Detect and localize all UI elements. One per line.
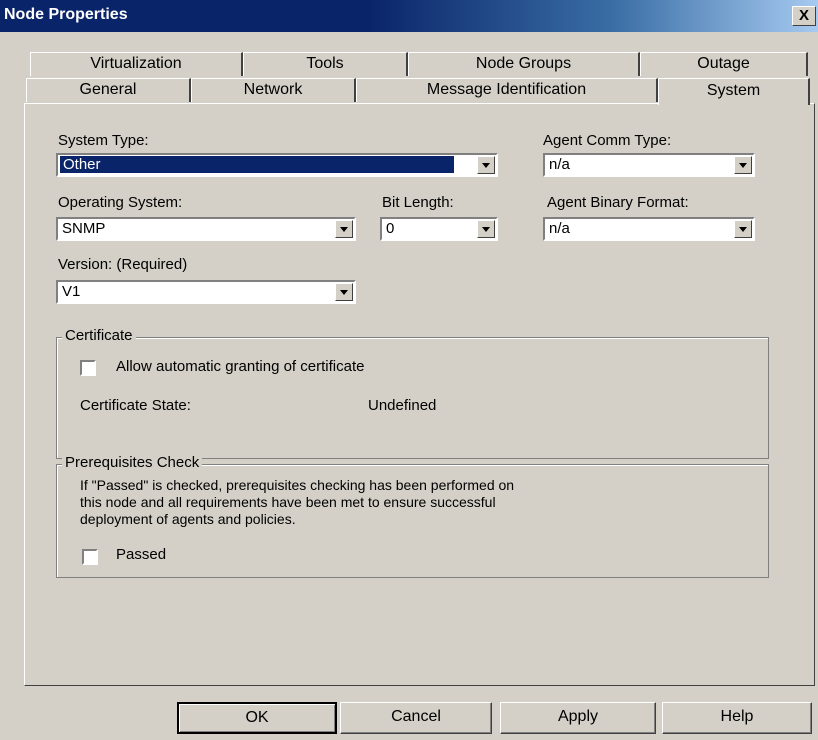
tab-general[interactable]: General	[26, 78, 191, 102]
close-button[interactable]: X	[792, 6, 816, 26]
version-select[interactable]: V1	[56, 280, 356, 304]
chevron-down-icon[interactable]	[734, 220, 752, 238]
prerequisites-description-line3: deployment of agents and policies.	[80, 511, 296, 527]
cancel-label: Cancel	[391, 708, 441, 725]
prerequisites-description-line2: this node and all requirements have been…	[80, 494, 496, 510]
system-type-label: System Type:	[58, 132, 149, 149]
tab-label: Virtualization	[90, 55, 182, 72]
allow-certificate-checkbox[interactable]	[80, 360, 96, 376]
help-button[interactable]: Help	[662, 702, 812, 734]
certificate-state-label: Certificate State:	[80, 397, 191, 414]
chevron-down-icon[interactable]	[477, 156, 495, 174]
tab-network[interactable]: Network	[191, 78, 356, 102]
agent-comm-type-label: Agent Comm Type:	[543, 132, 672, 149]
help-label: Help	[720, 708, 754, 725]
system-type-value: Other	[60, 156, 454, 173]
tab-label: System	[706, 82, 761, 99]
window-title: Node Properties	[4, 6, 128, 23]
agent-comm-type-value: n/a	[549, 156, 570, 173]
agent-binary-format-select[interactable]: n/a	[543, 217, 755, 241]
tab-node-groups[interactable]: Node Groups	[408, 52, 640, 76]
bit-length-label: Bit Length:	[382, 194, 454, 211]
apply-label: Apply	[557, 708, 599, 725]
ok-label: OK	[245, 709, 269, 726]
certificate-state-value: Undefined	[368, 397, 437, 414]
apply-button[interactable]: Apply	[500, 702, 656, 734]
cancel-button[interactable]: Cancel	[340, 702, 492, 734]
agent-comm-type-select[interactable]: n/a	[543, 153, 755, 177]
node-properties-dialog: Node Properties X Virtualization Tools N…	[0, 0, 818, 740]
chevron-down-icon[interactable]	[335, 283, 353, 301]
prerequisites-description-line1: If "Passed" is checked, prerequisites ch…	[80, 477, 515, 493]
tab-tools[interactable]: Tools	[243, 52, 408, 76]
tab-label: Network	[243, 81, 303, 98]
passed-checkbox[interactable]	[82, 549, 98, 565]
version-label: Version: (Required)	[58, 256, 188, 273]
tab-outage[interactable]: Outage	[640, 52, 808, 76]
chevron-down-icon[interactable]	[335, 220, 353, 238]
tab-label: Node Groups	[475, 55, 572, 72]
bit-length-select[interactable]: 0	[380, 217, 498, 241]
prerequisites-legend: Prerequisites Check	[62, 454, 203, 471]
tab-label: Tools	[306, 55, 344, 72]
agent-binary-format-label: Agent Binary Format:	[547, 194, 689, 211]
tab-message-identification[interactable]: Message Identification	[356, 78, 658, 102]
tab-label: Outage	[697, 55, 750, 72]
system-type-select[interactable]: Other	[56, 153, 498, 177]
tab-label: General	[79, 81, 137, 98]
tab-system[interactable]: System	[658, 78, 810, 105]
version-value: V1	[62, 283, 81, 300]
operating-system-value: SNMP	[62, 220, 106, 237]
tab-label: Message Identification	[426, 81, 587, 98]
bit-length-value: 0	[386, 220, 395, 237]
agent-binary-format-value: n/a	[549, 220, 570, 237]
tab-virtualization[interactable]: Virtualization	[30, 52, 243, 76]
certificate-legend: Certificate	[62, 327, 136, 344]
ok-button[interactable]: OK	[177, 702, 337, 734]
allow-certificate-label: Allow automatic granting of certificate	[116, 358, 365, 375]
operating-system-select[interactable]: SNMP	[56, 217, 356, 241]
title-bar[interactable]: Node Properties X	[0, 0, 818, 32]
chevron-down-icon[interactable]	[734, 156, 752, 174]
chevron-down-icon[interactable]	[477, 220, 495, 238]
passed-label: Passed	[116, 546, 167, 563]
operating-system-label: Operating System:	[58, 194, 183, 211]
close-icon: X	[798, 7, 809, 24]
